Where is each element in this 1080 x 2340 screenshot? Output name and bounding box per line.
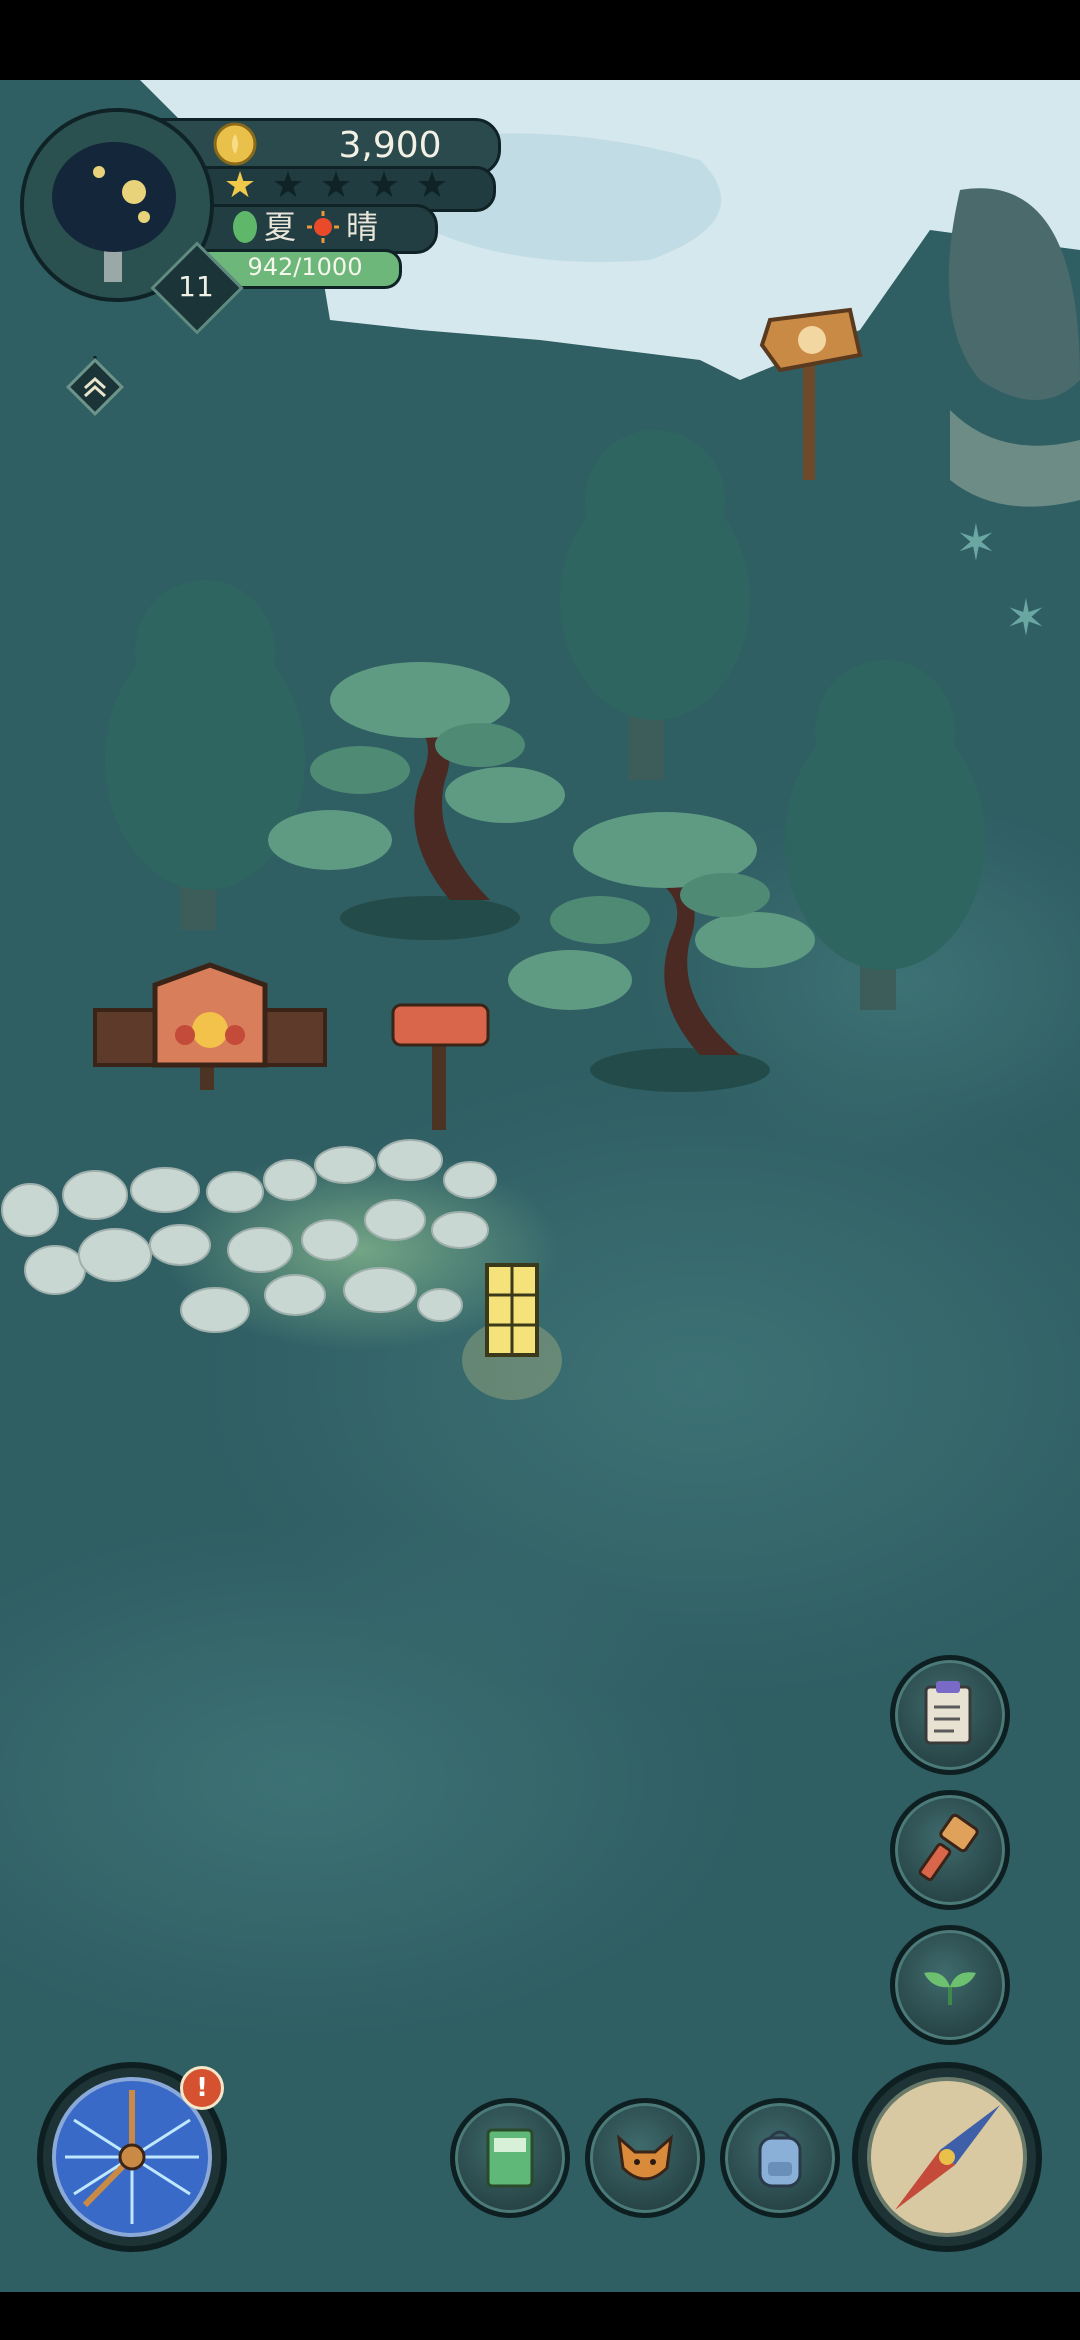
sun-icon [307, 211, 339, 243]
level-value: 11 [178, 270, 214, 303]
snowflake-icon: ✶ [1005, 589, 1047, 647]
tasks-button[interactable] [890, 1655, 1010, 1775]
xp-value: 942/1000 [247, 253, 363, 281]
star-icon: ★ [415, 165, 449, 206]
build-button[interactable] [890, 1790, 1010, 1910]
characters-button[interactable] [585, 2098, 705, 2218]
compass-button[interactable] [850, 2060, 1045, 2255]
backpack-button[interactable] [720, 2098, 840, 2218]
book-icon [486, 2128, 534, 2188]
backpack-icon [758, 2130, 802, 2188]
star-icon: ★ [223, 165, 257, 206]
navigation-bar [0, 2292, 1080, 2340]
coin-icon [213, 122, 257, 166]
status-bar [0, 0, 1080, 80]
star-icon: ★ [319, 165, 353, 206]
sprout-icon [924, 1972, 976, 2005]
rank-up-icon[interactable] [64, 356, 126, 418]
plant-button[interactable] [890, 1925, 1010, 2045]
leaf-icon [233, 211, 257, 243]
star-icon: ★ [271, 165, 305, 206]
fox-icon [616, 2134, 674, 2181]
checklist-icon [924, 1681, 972, 1745]
alert-badge: ! [180, 2066, 224, 2110]
hammer-icon [918, 1813, 979, 1882]
snowflake-icon: ✶ [955, 514, 997, 572]
star-icon: ★ [367, 165, 401, 206]
weather-label: 晴 [346, 208, 379, 246]
journal-button[interactable] [450, 2098, 570, 2218]
season-label: 夏 [264, 208, 297, 246]
